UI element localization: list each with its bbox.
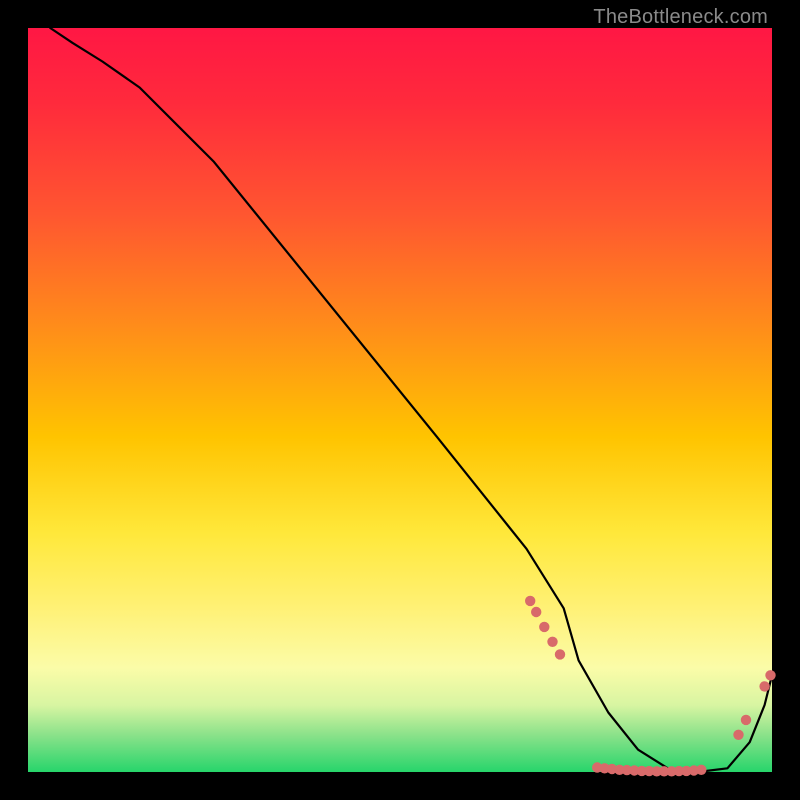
data-dot bbox=[765, 670, 775, 680]
chart-frame: TheBottleneck.com bbox=[0, 0, 800, 800]
valley-dots-group bbox=[525, 596, 776, 777]
data-dot bbox=[547, 637, 557, 647]
data-dot bbox=[759, 681, 769, 691]
bottleneck-curve bbox=[50, 28, 772, 772]
data-dot bbox=[733, 730, 743, 740]
chart-plot-area bbox=[28, 28, 772, 772]
data-dot bbox=[696, 765, 706, 775]
chart-svg bbox=[28, 28, 772, 772]
data-dot bbox=[531, 607, 541, 617]
data-dot bbox=[741, 715, 751, 725]
watermark-text: TheBottleneck.com bbox=[593, 6, 768, 29]
data-dot bbox=[539, 622, 549, 632]
data-dot bbox=[555, 649, 565, 659]
data-dot bbox=[525, 596, 535, 606]
